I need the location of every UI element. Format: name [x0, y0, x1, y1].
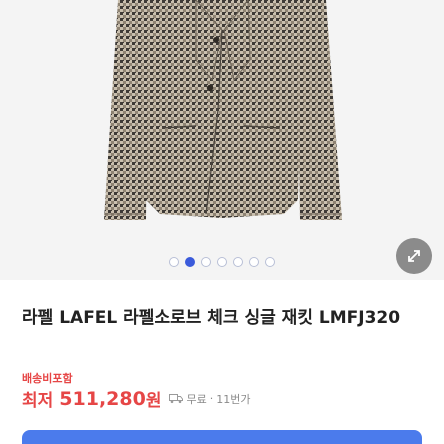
product-detail-page: 라펠 LAFEL 라펠소로브 체크 싱글 재킷 LMFJ320 배송비포함 최저… [0, 0, 444, 444]
zoom-button[interactable] [396, 238, 432, 274]
gallery-dot[interactable] [217, 257, 227, 267]
shipping-fee: 무료 [186, 392, 207, 406]
gallery-dot[interactable] [169, 257, 179, 267]
price-value: 511,280 [59, 387, 146, 410]
price-row: 최저 511,280 원 무료 · 11번가 [22, 386, 250, 412]
shipping-included-note: 배송비포함 [22, 372, 73, 385]
seller-name[interactable]: 11번가 [216, 391, 250, 407]
gallery-dot[interactable] [201, 257, 211, 267]
product-image-gallery[interactable] [0, 0, 444, 280]
gallery-dot-active[interactable] [185, 257, 195, 267]
buy-button[interactable] [22, 430, 422, 444]
jacket-product-image [0, 0, 444, 280]
price-unit: 원 [145, 391, 162, 411]
gallery-dot[interactable] [265, 257, 275, 267]
gallery-dot[interactable] [249, 257, 259, 267]
product-title: 라펠 LAFEL 라펠소로브 체크 싱글 재킷 LMFJ320 [22, 308, 401, 328]
gallery-pagination [0, 257, 444, 267]
truck-icon [169, 393, 184, 404]
gallery-dot[interactable] [233, 257, 243, 267]
separator: · [209, 392, 214, 405]
price-prefix: 최저 [22, 391, 54, 411]
